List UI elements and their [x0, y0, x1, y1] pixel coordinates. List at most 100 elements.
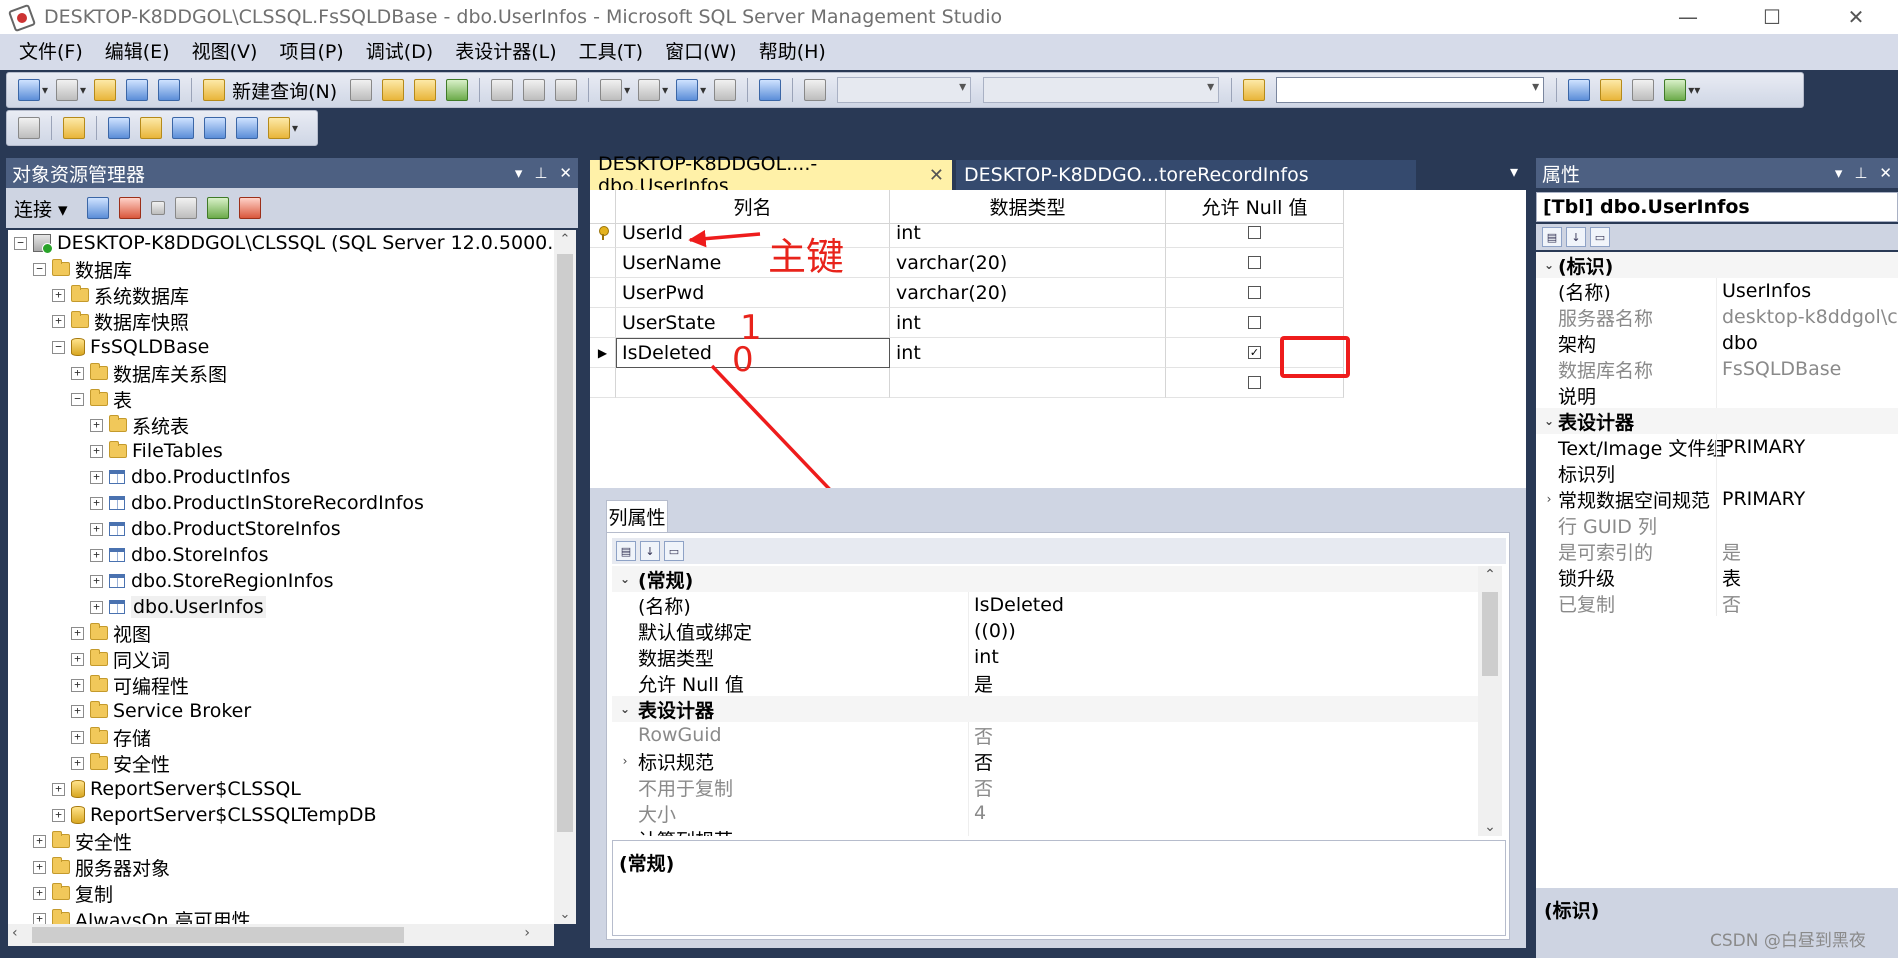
property-value[interactable]: 否: [1722, 590, 1741, 617]
property-row[interactable]: 大小 4: [612, 800, 1478, 826]
property-row[interactable]: 锁升级 表: [1536, 564, 1898, 590]
column-divider[interactable]: [1716, 330, 1717, 356]
property-name: 是可索引的: [1558, 541, 1654, 564]
pin-icon[interactable]: ⊥: [1854, 164, 1867, 182]
property-value[interactable]: 否: [974, 774, 993, 801]
property-name: 架构: [1558, 333, 1597, 356]
property-category[interactable]: ⌄ (标识): [1536, 252, 1898, 278]
property-name: 常规数据空间规范: [1558, 489, 1711, 512]
column-properties-vscrollbar[interactable]: ⌃ ⌄: [1478, 566, 1502, 836]
alphabetical-icon[interactable]: ↓: [640, 541, 660, 561]
property-row[interactable]: › 常规数据空间规范 PRIMARY: [1536, 486, 1898, 512]
property-value[interactable]: 否: [974, 722, 993, 749]
column-divider[interactable]: [968, 670, 969, 696]
column-properties-description: (常规): [612, 840, 1506, 936]
property-category[interactable]: ⌄ 表设计器: [612, 696, 1478, 722]
column-divider[interactable]: [1716, 538, 1717, 564]
properties-grid: ⌄ (标识) (名称) UserInfos 服务器名称 desktop-k8ddgol\c…: [1536, 252, 1898, 888]
expand-arrow-icon[interactable]: ›: [618, 754, 632, 768]
property-row[interactable]: › 标识规范 否: [612, 748, 1478, 774]
column-divider[interactable]: [1716, 356, 1717, 382]
property-value[interactable]: ((0)): [974, 620, 1016, 642]
categorized-icon[interactable]: ▤: [616, 541, 636, 561]
property-value[interactable]: 是: [974, 670, 993, 697]
property-value[interactable]: dbo: [1722, 332, 1758, 354]
alphabetical-icon[interactable]: ↓: [1566, 227, 1586, 247]
property-row[interactable]: Text/Image 文件组 PRIMARY: [1536, 434, 1898, 460]
tab-column-properties[interactable]: 列属性: [606, 500, 668, 532]
column-divider[interactable]: [1716, 434, 1717, 460]
property-row[interactable]: 是可索引的 是: [1536, 538, 1898, 564]
column-divider[interactable]: [968, 722, 969, 748]
column-divider[interactable]: [1716, 304, 1717, 330]
property-row[interactable]: 数据库名称 FsSQLDBase: [1536, 356, 1898, 382]
column-divider[interactable]: [968, 800, 969, 826]
property-row[interactable]: 说明: [1536, 382, 1898, 408]
property-row[interactable]: 标识列: [1536, 460, 1898, 486]
property-row[interactable]: 默认值或绑定 ((0)): [612, 618, 1478, 644]
property-value[interactable]: int: [974, 646, 999, 668]
scroll-down-icon[interactable]: ⌄: [1478, 819, 1502, 835]
property-category[interactable]: ⌄ 表设计器: [1536, 408, 1898, 434]
property-value[interactable]: IsDeleted: [974, 594, 1064, 616]
column-divider[interactable]: [968, 826, 969, 836]
property-row[interactable]: 架构 dbo: [1536, 330, 1898, 356]
expand-arrow-icon[interactable]: ›: [1542, 492, 1556, 506]
column-divider[interactable]: [1716, 460, 1717, 486]
property-category[interactable]: ⌄ (常规): [612, 566, 1478, 592]
property-row[interactable]: 行 GUID 列: [1536, 512, 1898, 538]
property-name: 说明: [1558, 385, 1597, 408]
column-divider[interactable]: [968, 774, 969, 800]
property-row[interactable]: (名称) IsDeleted: [612, 592, 1478, 618]
property-name: 允许 Null 值: [638, 673, 744, 696]
column-divider[interactable]: [968, 592, 969, 618]
scroll-up-icon[interactable]: ⌃: [1478, 567, 1502, 583]
panel-dropdown-icon[interactable]: ▾: [1835, 164, 1843, 182]
property-name: (标识): [1558, 255, 1614, 278]
column-divider[interactable]: [968, 748, 969, 774]
property-value[interactable]: 4: [974, 802, 986, 824]
properties-object-selector[interactable]: [Tbl] dbo.UserInfos: [1536, 192, 1898, 222]
column-divider[interactable]: [1716, 564, 1717, 590]
property-row[interactable]: 已复制 否: [1536, 590, 1898, 616]
property-row[interactable]: 允许 Null 值 是: [612, 670, 1478, 696]
property-value[interactable]: PRIMARY: [1722, 436, 1805, 458]
property-pages-icon[interactable]: ▭: [664, 541, 684, 561]
property-value[interactable]: 否: [974, 748, 993, 775]
collapse-arrow-icon[interactable]: ⌄: [618, 702, 632, 716]
property-row[interactable]: (名称) UserInfos: [1536, 278, 1898, 304]
column-divider[interactable]: [968, 644, 969, 670]
property-row[interactable]: 不用于复制 否: [612, 774, 1478, 800]
property-name: 标识列: [1558, 463, 1616, 486]
property-value[interactable]: UserInfos: [1722, 280, 1811, 302]
property-value[interactable]: FsSQLDBase: [1722, 358, 1841, 380]
column-divider[interactable]: [1716, 278, 1717, 304]
column-divider[interactable]: [1716, 486, 1717, 512]
column-divider[interactable]: [968, 618, 969, 644]
property-name: Text/Image 文件组: [1558, 437, 1726, 460]
collapse-arrow-icon[interactable]: ⌄: [618, 572, 632, 586]
property-row[interactable]: RowGuid 否: [612, 722, 1478, 748]
property-name: 不用于复制: [638, 777, 734, 800]
property-row[interactable]: 服务器名称 desktop-k8ddgol\cls: [1536, 304, 1898, 330]
expand-arrow-icon[interactable]: ›: [618, 832, 632, 836]
property-pages-icon[interactable]: ▭: [1590, 227, 1610, 247]
property-name: 表设计器: [1558, 411, 1635, 434]
property-value[interactable]: 表: [1722, 564, 1741, 591]
scroll-thumb[interactable]: [1482, 592, 1498, 676]
column-divider[interactable]: [1716, 512, 1717, 538]
collapse-arrow-icon[interactable]: ⌄: [1542, 414, 1556, 428]
property-row[interactable]: 数据类型 int: [612, 644, 1478, 670]
property-value[interactable]: desktop-k8ddgol\cls: [1722, 306, 1898, 328]
column-divider[interactable]: [1716, 382, 1717, 408]
property-value[interactable]: PRIMARY: [1722, 488, 1805, 510]
column-divider[interactable]: [1716, 590, 1717, 616]
categorized-icon[interactable]: ▤: [1542, 227, 1562, 247]
properties-title: 属性: [1542, 163, 1581, 186]
panel-close-icon[interactable]: ✕: [1879, 164, 1892, 182]
property-value[interactable]: 是: [1722, 538, 1741, 565]
property-row[interactable]: › 计算列规范: [612, 826, 1478, 836]
property-name: 大小: [638, 803, 677, 826]
property-name: 标识规范: [638, 751, 715, 774]
collapse-arrow-icon[interactable]: ⌄: [1542, 258, 1556, 272]
